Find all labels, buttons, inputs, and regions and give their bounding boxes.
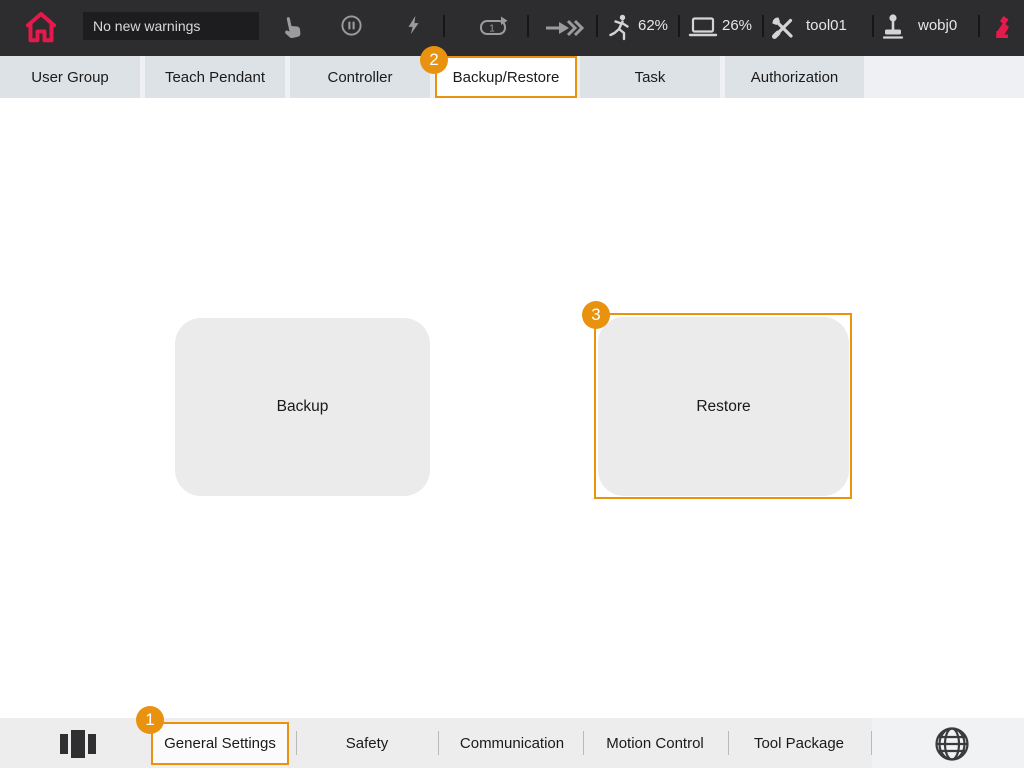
- running-man-icon[interactable]: [608, 13, 632, 46]
- divider: [678, 15, 680, 37]
- teach-pendant-screen: No new warnings 1: [0, 0, 1024, 768]
- nav-general-settings[interactable]: General Settings: [151, 722, 289, 765]
- tab-teach-pendant[interactable]: Teach Pendant: [145, 56, 285, 98]
- divider: [527, 15, 529, 37]
- language-section: [872, 718, 1024, 768]
- divider: [583, 731, 584, 755]
- pause-icon[interactable]: [340, 14, 363, 42]
- divider: [872, 15, 874, 37]
- tab-user-group[interactable]: User Group: [0, 56, 140, 98]
- robot-arm-icon: [990, 11, 1012, 46]
- loop-once-icon[interactable]: 1: [477, 15, 510, 44]
- nav-motion-control[interactable]: Motion Control: [585, 718, 725, 768]
- workobject-name[interactable]: wobj0: [918, 16, 957, 36]
- restore-button[interactable]: Restore: [598, 317, 849, 496]
- backup-button[interactable]: Backup: [175, 318, 430, 496]
- joystick-icon[interactable]: [880, 12, 906, 45]
- annotation-badge-3: 3: [582, 301, 610, 329]
- divider: [762, 15, 764, 37]
- annotation-badge-2: 2: [420, 46, 448, 74]
- tab-controller[interactable]: Controller: [290, 56, 430, 98]
- warning-status[interactable]: No new warnings: [83, 12, 259, 40]
- hand-icon[interactable]: [278, 12, 307, 48]
- divider: [296, 731, 297, 755]
- tool-name[interactable]: tool01: [806, 16, 847, 36]
- nav-communication[interactable]: Communication: [437, 718, 587, 768]
- bolt-icon[interactable]: [403, 13, 425, 42]
- divider: [978, 15, 980, 37]
- divider: [443, 15, 445, 37]
- tab-authorization[interactable]: Authorization: [725, 56, 864, 98]
- nav-tool-package[interactable]: Tool Package: [729, 718, 869, 768]
- tab-backup-restore[interactable]: Backup/Restore: [435, 56, 577, 98]
- system-load-value: 26%: [722, 16, 752, 36]
- tab-task[interactable]: Task: [580, 56, 720, 98]
- loop-count: 1: [489, 24, 495, 35]
- settings-tab-bar: User Group Teach Pendant Controller Back…: [0, 56, 1024, 98]
- divider: [596, 15, 598, 37]
- top-status-bar: No new warnings 1: [0, 0, 1024, 56]
- globe-icon[interactable]: [933, 725, 971, 768]
- panels-icon[interactable]: [58, 728, 98, 765]
- laptop-icon: [688, 16, 718, 43]
- tools-icon[interactable]: [770, 15, 796, 46]
- step-forward-icon[interactable]: [544, 16, 584, 45]
- robot-speed-value[interactable]: 62%: [638, 16, 668, 36]
- home-icon[interactable]: [20, 7, 62, 54]
- nav-safety[interactable]: Safety: [302, 718, 432, 768]
- annotation-badge-1: 1: [136, 706, 164, 734]
